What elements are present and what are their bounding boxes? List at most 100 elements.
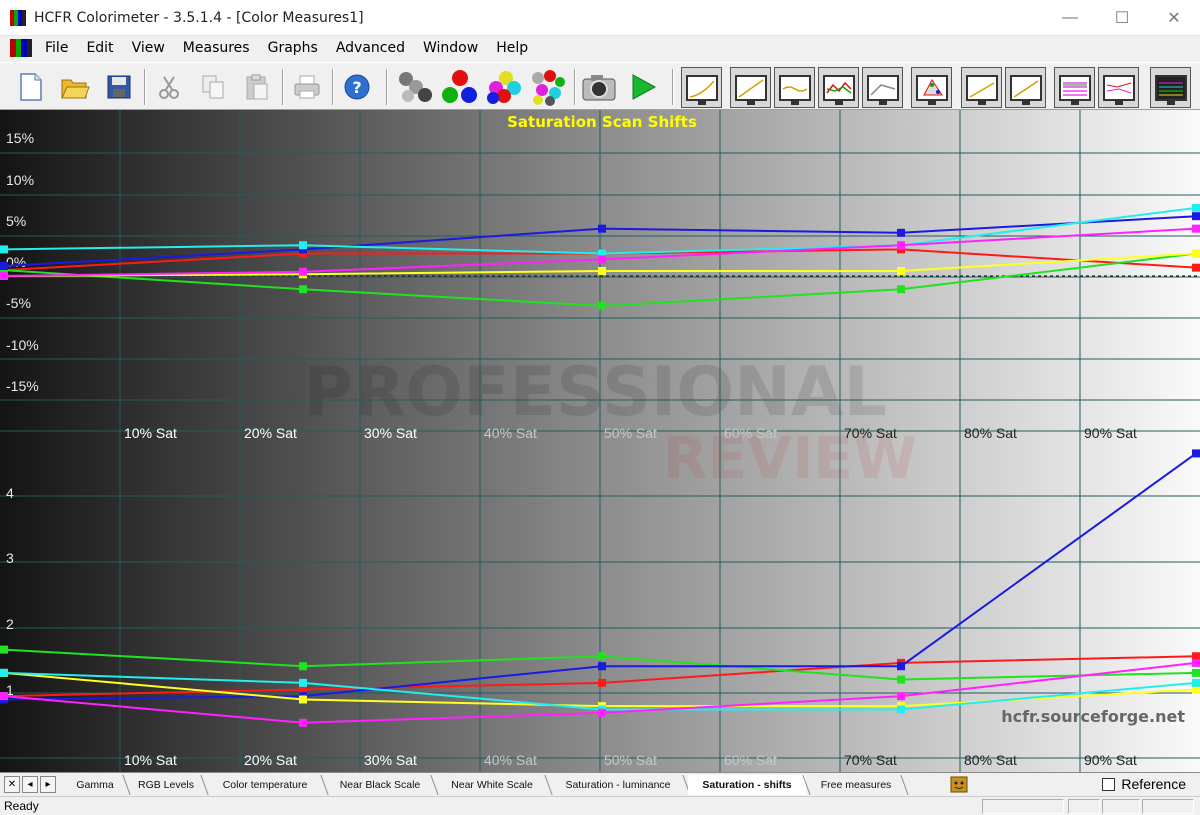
title-bar: HCFR Colorimeter - 3.5.1.4 - [Color Meas…	[0, 0, 1200, 36]
data-point-green	[299, 285, 307, 294]
measure-all-icon[interactable]	[528, 67, 566, 107]
tab-free-measures[interactable]: Free measures	[808, 775, 904, 795]
menu-window[interactable]: Window	[414, 40, 487, 56]
graph-nearblack-button[interactable]	[961, 67, 1002, 108]
status-text: Ready	[4, 799, 39, 813]
measure-gray-icon[interactable]	[396, 67, 434, 107]
data-point-magenta	[1192, 224, 1200, 233]
new-file-icon[interactable]	[12, 67, 50, 107]
data-point-red	[598, 678, 606, 687]
data-point-green	[897, 285, 905, 294]
reference-checkbox[interactable]: Reference	[1102, 776, 1186, 792]
tab-rgb-levels[interactable]: RGB Levels	[128, 775, 204, 795]
monitor-icon	[822, 74, 855, 105]
x-tick-label: 40% Sat	[484, 752, 537, 768]
data-point-cyan	[299, 241, 307, 250]
graph-cie-button[interactable]	[862, 67, 903, 108]
svg-text:?: ?	[352, 78, 361, 97]
measure-secondaries-icon[interactable]	[484, 67, 522, 107]
tab-next-button[interactable]: ▸	[40, 776, 56, 793]
camera-icon[interactable]	[580, 67, 618, 107]
status-panel	[1102, 799, 1140, 814]
data-point-cyan	[1192, 678, 1200, 687]
cut-icon[interactable]	[150, 67, 188, 107]
graph-free-button[interactable]	[1150, 67, 1191, 108]
data-point-magenta	[598, 708, 606, 717]
play-icon[interactable]	[624, 67, 662, 107]
tab-saturation-luminance[interactable]: Saturation - luminance	[550, 775, 686, 795]
y-tick-label: -10%	[6, 337, 39, 353]
data-point-magenta	[299, 267, 307, 276]
menu-edit[interactable]: Edit	[77, 40, 122, 56]
y-tick-label: 0%	[6, 254, 26, 270]
status-panel	[982, 799, 1064, 814]
document-icon[interactable]	[10, 39, 32, 57]
reference-label: Reference	[1121, 776, 1186, 792]
minimize-button[interactable]: —	[1044, 0, 1096, 36]
data-point-cyan	[299, 678, 307, 687]
watermark-line1: PROFESSIONAL	[303, 353, 887, 432]
reference-checkbox-box[interactable]	[1102, 777, 1116, 791]
menu-measures[interactable]: Measures	[174, 40, 259, 56]
menu-advanced[interactable]: Advanced	[327, 40, 414, 56]
graph-nearwhite-button[interactable]	[1005, 67, 1046, 108]
data-point-magenta	[897, 241, 905, 250]
data-point-green	[1192, 668, 1200, 677]
status-panel	[1068, 799, 1100, 814]
monitor-icon	[734, 74, 767, 105]
monitor-icon	[1154, 74, 1187, 105]
y-tick-label: 4	[6, 485, 14, 501]
save-icon[interactable]	[100, 67, 138, 107]
help-icon[interactable]: ?	[338, 67, 376, 107]
saturation-shifts-chart: PROFESSIONAL REVIEW 15%10%5%0%-5%-10%-15…	[0, 110, 1200, 772]
copy-icon[interactable]	[194, 67, 232, 107]
tab-prev-button[interactable]: ◂	[22, 776, 38, 793]
maximize-button[interactable]: ☐	[1096, 0, 1148, 36]
status-panel	[1142, 799, 1194, 814]
monitor-icon	[1009, 74, 1042, 105]
monitor-icon	[1058, 74, 1091, 105]
paste-icon[interactable]	[238, 67, 276, 107]
chart-area: PROFESSIONAL REVIEW 15% 10% 5% 0% -5% -10% -15…	[0, 110, 1200, 772]
menu-help[interactable]: Help	[487, 40, 537, 56]
tab-gamma[interactable]: Gamma	[62, 775, 128, 795]
graph-rgb-button[interactable]	[774, 67, 815, 108]
y-tick-label: 2	[6, 616, 14, 632]
print-icon[interactable]	[288, 67, 326, 107]
chart-title: Saturation Scan Shifts	[507, 113, 697, 131]
data-point-green	[299, 662, 307, 671]
data-point-blue	[1192, 449, 1200, 458]
graph-satshift-button[interactable]	[1098, 67, 1139, 108]
theater-masks-icon[interactable]	[950, 776, 968, 798]
data-point-green	[598, 301, 606, 310]
data-point-yellow	[299, 695, 307, 704]
graph-temp-button[interactable]	[818, 67, 859, 108]
data-point-cyan	[0, 668, 8, 677]
measure-primaries-icon[interactable]	[440, 67, 478, 107]
close-button[interactable]: ✕	[1148, 0, 1200, 36]
graph-satlum-button[interactable]	[1054, 67, 1095, 108]
menu-file[interactable]: File	[36, 40, 77, 56]
data-point-blue	[1192, 212, 1200, 221]
x-tick-label: 60% Sat	[724, 752, 777, 768]
tab-color-temperature[interactable]: Color temperature	[206, 775, 324, 795]
y-tick-label: 3	[6, 550, 14, 566]
graph-luminance-button[interactable]	[730, 67, 771, 108]
menu-graphs[interactable]: Graphs	[259, 40, 327, 56]
y-tick-label: 5%	[6, 213, 26, 229]
x-tick-label: 40% Sat	[484, 425, 537, 441]
open-folder-icon[interactable]	[56, 67, 94, 107]
tab-close-button[interactable]: ✕	[4, 776, 20, 793]
graph-cie-diagram-button[interactable]	[911, 67, 952, 108]
data-point-cyan	[0, 245, 8, 254]
x-tick-label: 80% Sat	[964, 425, 1017, 441]
tab-saturation-shifts[interactable]: Saturation - shifts	[688, 775, 806, 795]
menu-view[interactable]: View	[123, 40, 174, 56]
menu-bar: File Edit View Measures Graphs Advanced …	[0, 36, 1200, 91]
data-point-magenta	[0, 692, 8, 701]
x-tick-label: 20% Sat	[244, 425, 297, 441]
data-point-blue	[598, 662, 606, 671]
graph-gamma-button[interactable]	[681, 67, 722, 108]
tab-near-white-scale[interactable]: Near White Scale	[436, 775, 548, 795]
tab-near-black-scale[interactable]: Near Black Scale	[326, 775, 434, 795]
